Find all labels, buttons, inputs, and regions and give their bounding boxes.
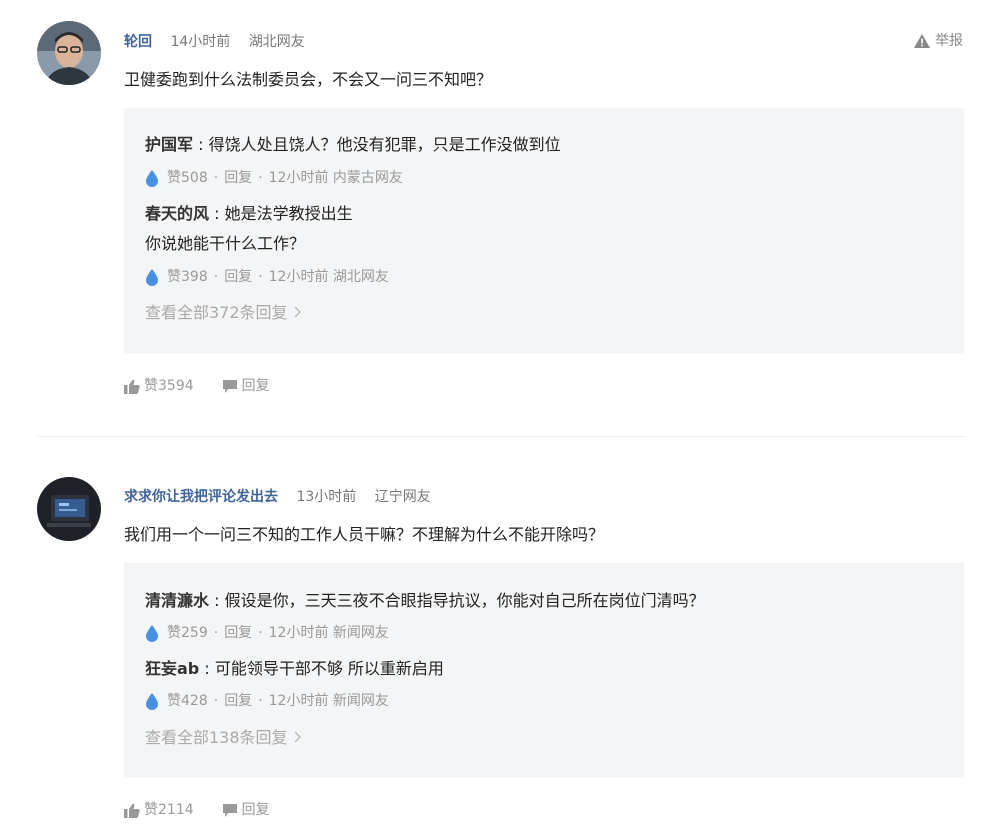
like-count: 赞3594 [144, 378, 194, 394]
reply-location: 湖北网友 [332, 269, 389, 285]
speech-bubble-icon [222, 803, 237, 817]
speech-bubble-icon [222, 379, 237, 393]
comment-content: 卫健委跑到什么法制委员会，不会又一问三不知吧？ [124, 70, 493, 89]
reply-1: 清清濂水 : 假设是你，三天三夜不合眼指导抗议，你能对自己所在岗位门清吗？ 赞2… [145, 591, 705, 642]
avatar[interactable] [37, 477, 101, 541]
like-button[interactable] [145, 268, 159, 286]
reply-content: 假设是你，三天三夜不合眼指导抗议，你能对自己所在岗位门清吗？ [224, 591, 705, 610]
reply-username[interactable]: 春天的风 [145, 204, 209, 223]
comment-meta: 求求你让我把评论发出去 13小时前 辽宁网友 [124, 487, 431, 507]
reply-location: 新闻网友 [332, 693, 389, 709]
reply-2: 春天的风 : 她是法学教授出生 你说她能干什么工作？ 赞398 · 回复 · 1… [145, 199, 945, 286]
comment-content: 我们用一个一问三不知的工作人员干嘛？不理解为什么不能开除吗？ [124, 525, 605, 544]
reply-content-line2: 你说她能干什么工作？ [145, 234, 306, 253]
reply-location: 内蒙古网友 [332, 170, 403, 186]
user-avatar-icon [37, 477, 101, 541]
comment-username[interactable]: 轮回 [124, 34, 152, 50]
reply-meta: 赞428 · 回复 · 12小时前 新闻网友 [145, 691, 389, 711]
reply-box: 护国军 : 得饶人处且饶人？他没有犯罪，只是工作没做到位 赞508 · 回复 ·… [124, 108, 964, 354]
comment-time: 13小时前 [296, 489, 357, 505]
reply-time: 12小时前 [268, 269, 329, 285]
avatar[interactable] [37, 21, 101, 85]
view-all-replies-link[interactable]: 查看全部372条回复 [145, 302, 303, 324]
reply-action-label: 回复 [241, 802, 270, 818]
reply-action-label: 回复 [241, 378, 270, 394]
reply-action-button[interactable]: 回复 [222, 376, 270, 396]
warning-icon [914, 34, 930, 48]
like-button[interactable]: 赞3594 [124, 376, 194, 396]
view-all-replies-link[interactable]: 查看全部138条回复 [145, 727, 303, 749]
reply-content: 得饶人处且饶人？他没有犯罪，只是工作没做到位 [208, 135, 561, 154]
view-all-label: 查看全部372条回复 [145, 303, 288, 322]
reply-likes[interactable]: 赞398 [167, 267, 208, 287]
comment-location: 辽宁网友 [374, 489, 431, 505]
reply-content: 她是法学教授出生 [224, 204, 353, 223]
reply-meta: 赞508 · 回复 · 12小时前 内蒙古网友 [145, 168, 403, 188]
reply-box: 清清濂水 : 假设是你，三天三夜不合眼指导抗议，你能对自己所在岗位门清吗？ 赞2… [124, 563, 964, 778]
comment-actions: 赞3594 回复 [124, 376, 298, 396]
user-avatar-icon [37, 21, 101, 85]
comment-location: 湖北网友 [248, 34, 305, 50]
reply-1: 护国军 : 得饶人处且饶人？他没有犯罪，只是工作没做到位 赞508 · 回复 ·… [145, 135, 561, 187]
thumbs-up-icon [124, 803, 140, 818]
comment-divider [37, 436, 964, 437]
reply-button[interactable]: 回复 [224, 623, 252, 643]
reply-content: 可能领导干部不够 所以重新启用 [214, 659, 444, 678]
reply-time: 12小时前 [268, 625, 329, 641]
like-button[interactable] [145, 169, 159, 187]
reply-time: 12小时前 [268, 170, 329, 186]
reply-likes[interactable]: 赞508 [167, 168, 208, 188]
comment-username[interactable]: 求求你让我把评论发出去 [124, 489, 278, 505]
reply-button[interactable]: 回复 [224, 168, 252, 188]
water-drop-icon [146, 269, 158, 286]
report-button[interactable]: 举报 [913, 31, 963, 51]
water-drop-icon [146, 170, 158, 187]
comment-time: 14小时前 [170, 34, 231, 50]
like-button[interactable]: 赞2114 [124, 800, 194, 820]
chevron-right-icon [294, 306, 301, 318]
like-count: 赞2114 [144, 802, 194, 818]
reply-button[interactable]: 回复 [224, 267, 252, 287]
water-drop-icon [146, 625, 158, 642]
chevron-right-icon [294, 731, 301, 743]
reply-likes[interactable]: 赞428 [167, 691, 208, 711]
view-all-label: 查看全部138条回复 [145, 728, 288, 747]
like-button[interactable] [145, 692, 159, 710]
reply-2: 狂妄ab : 可能领导干部不够 所以重新启用 赞428 · 回复 · 12小时前… [145, 659, 444, 710]
comment-actions: 赞2114 回复 [124, 800, 298, 820]
reply-likes[interactable]: 赞259 [167, 623, 208, 643]
thumbs-up-icon [124, 379, 140, 394]
reply-meta: 赞259 · 回复 · 12小时前 新闻网友 [145, 623, 389, 643]
reply-username[interactable]: 护国军 [145, 135, 193, 154]
reply-time: 12小时前 [268, 693, 329, 709]
report-label: 举报 [935, 33, 963, 49]
reply-action-button[interactable]: 回复 [222, 800, 270, 820]
reply-meta: 赞398 · 回复 · 12小时前 湖北网友 [145, 267, 389, 287]
reply-location: 新闻网友 [332, 625, 389, 641]
reply-button[interactable]: 回复 [224, 691, 252, 711]
comment-meta: 轮回 14小时前 湖北网友 [124, 32, 305, 52]
reply-username[interactable]: 狂妄ab [145, 659, 199, 678]
water-drop-icon [146, 693, 158, 710]
reply-username[interactable]: 清清濂水 [145, 591, 209, 610]
like-button[interactable] [145, 624, 159, 642]
